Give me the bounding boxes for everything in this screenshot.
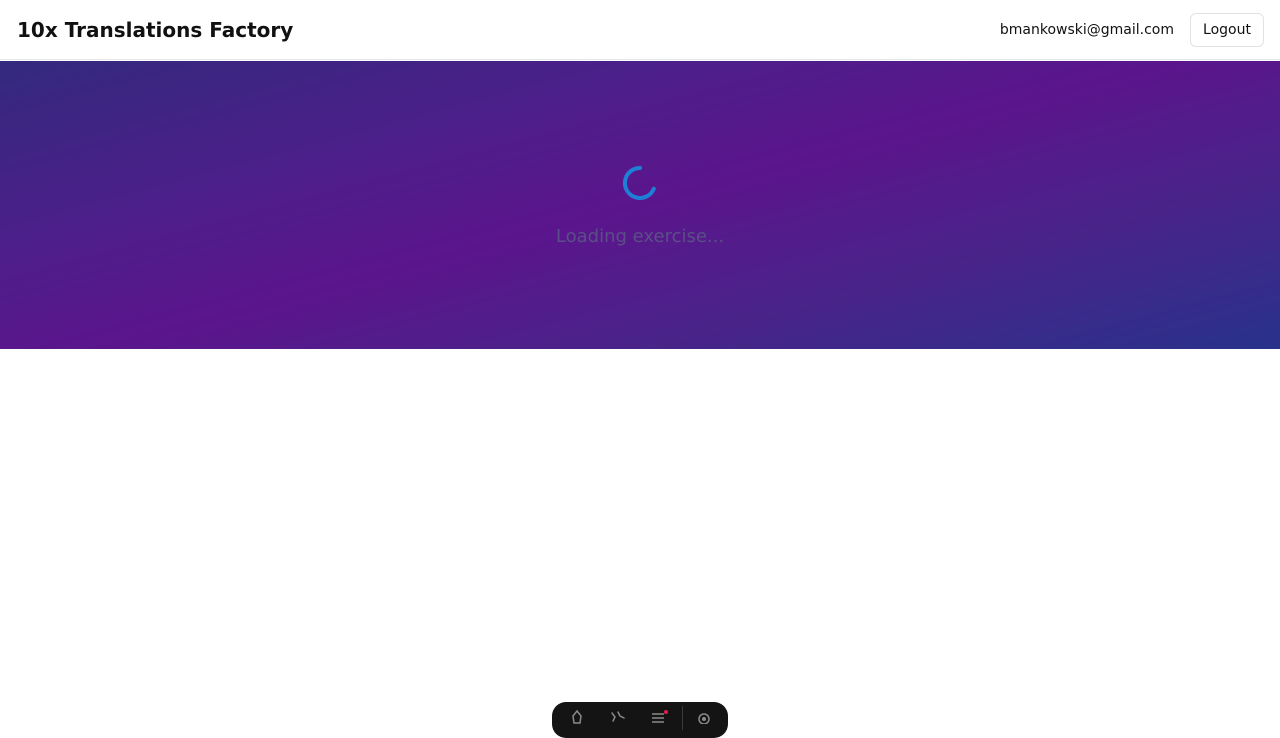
toolbar-divider (682, 706, 683, 730)
loading-spinner-icon (622, 165, 656, 200)
user-email: bmankowski@gmail.com (999, 22, 1174, 38)
exercise-loading-panel: Loading exercise... (0, 61, 1280, 349)
settings-icon[interactable] (695, 710, 713, 724)
dev-toolbar (552, 702, 728, 738)
sparkle-icon[interactable] (609, 710, 627, 724)
logout-button[interactable]: Logout (1190, 13, 1264, 47)
top-navigation-bar: 10x Translations Factory bmankowski@gmai… (0, 0, 1280, 60)
loading-message: Loading exercise... (555, 226, 725, 247)
menu-icon[interactable] (650, 710, 668, 724)
app-title[interactable]: 10x Translations Factory (17, 17, 293, 43)
rocket-icon[interactable] (568, 710, 586, 724)
